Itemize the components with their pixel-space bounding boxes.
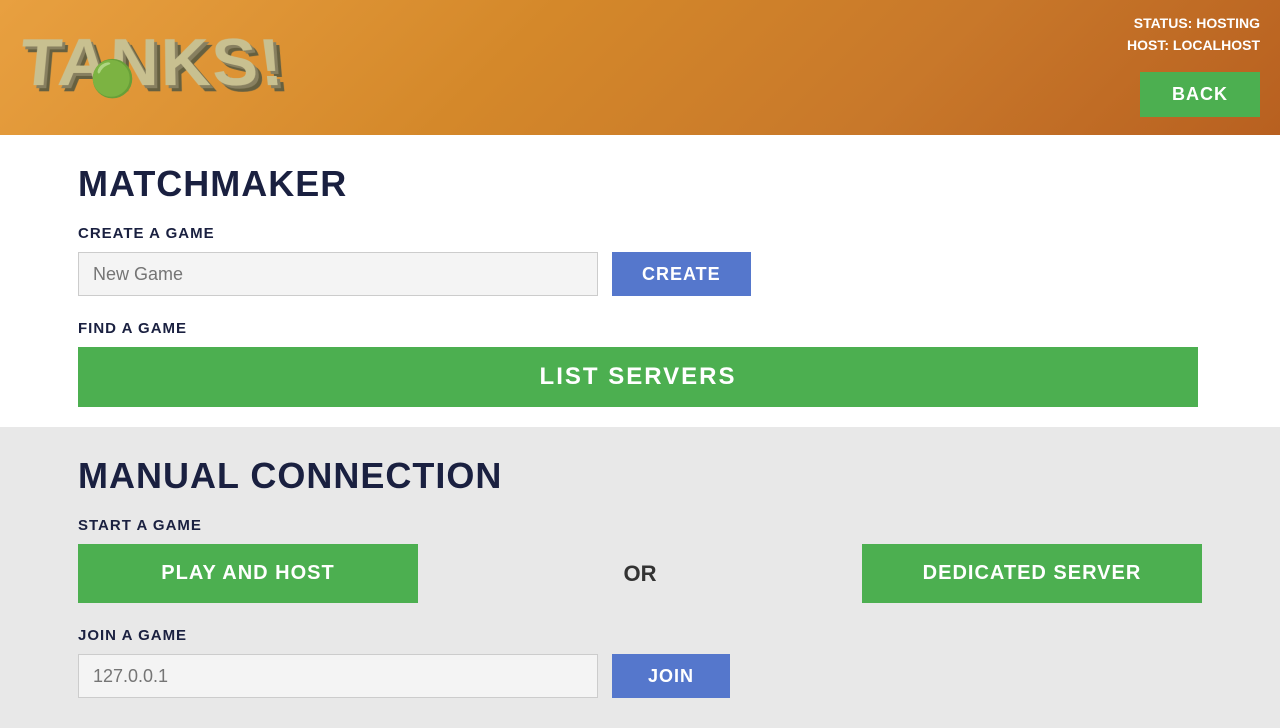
join-game-label: JOIN A GAME (78, 627, 1202, 644)
header: TANKS! 🟢 STATUS: HOSTING HOST: LOCALHOST… (0, 0, 1280, 135)
manual-connection-section: MANUAL CONNECTION START A GAME PLAY AND … (0, 427, 1280, 728)
or-divider-label: OR (418, 561, 862, 587)
header-status: STATUS: HOSTING HOST: LOCALHOST (1127, 12, 1260, 57)
start-game-label: START A GAME (78, 517, 1202, 534)
game-logo: TANKS! (16, 29, 288, 96)
back-button[interactable]: BACK (1140, 72, 1260, 117)
find-game-label: FIND A GAME (78, 320, 1202, 337)
dedicated-server-button[interactable]: DEDICATED SERVER (862, 544, 1202, 603)
create-button[interactable]: CREATE (612, 252, 751, 296)
logo-area: TANKS! 🟢 (20, 8, 280, 128)
matchmaker-section: MATCHMAKER CREATE A GAME CREATE FIND A G… (0, 135, 1280, 427)
play-and-host-button[interactable]: PLAY AND HOST (78, 544, 418, 603)
matchmaker-title: MATCHMAKER (78, 163, 1202, 205)
create-game-label: CREATE A GAME (78, 225, 1202, 242)
status-line2: HOST: LOCALHOST (1127, 34, 1260, 56)
manual-connection-title: MANUAL CONNECTION (78, 455, 1202, 497)
tank-icon: 🟢 (90, 58, 135, 100)
ip-address-input[interactable] (78, 654, 598, 698)
join-button[interactable]: JOIN (612, 654, 730, 698)
create-game-row: CREATE (78, 252, 1202, 296)
start-game-row: PLAY AND HOST OR DEDICATED SERVER (78, 544, 1202, 603)
list-servers-button[interactable]: LIST SERVERS (78, 347, 1198, 407)
game-name-input[interactable] (78, 252, 598, 296)
status-line1: STATUS: HOSTING (1127, 12, 1260, 34)
join-game-row: JOIN (78, 654, 1202, 698)
